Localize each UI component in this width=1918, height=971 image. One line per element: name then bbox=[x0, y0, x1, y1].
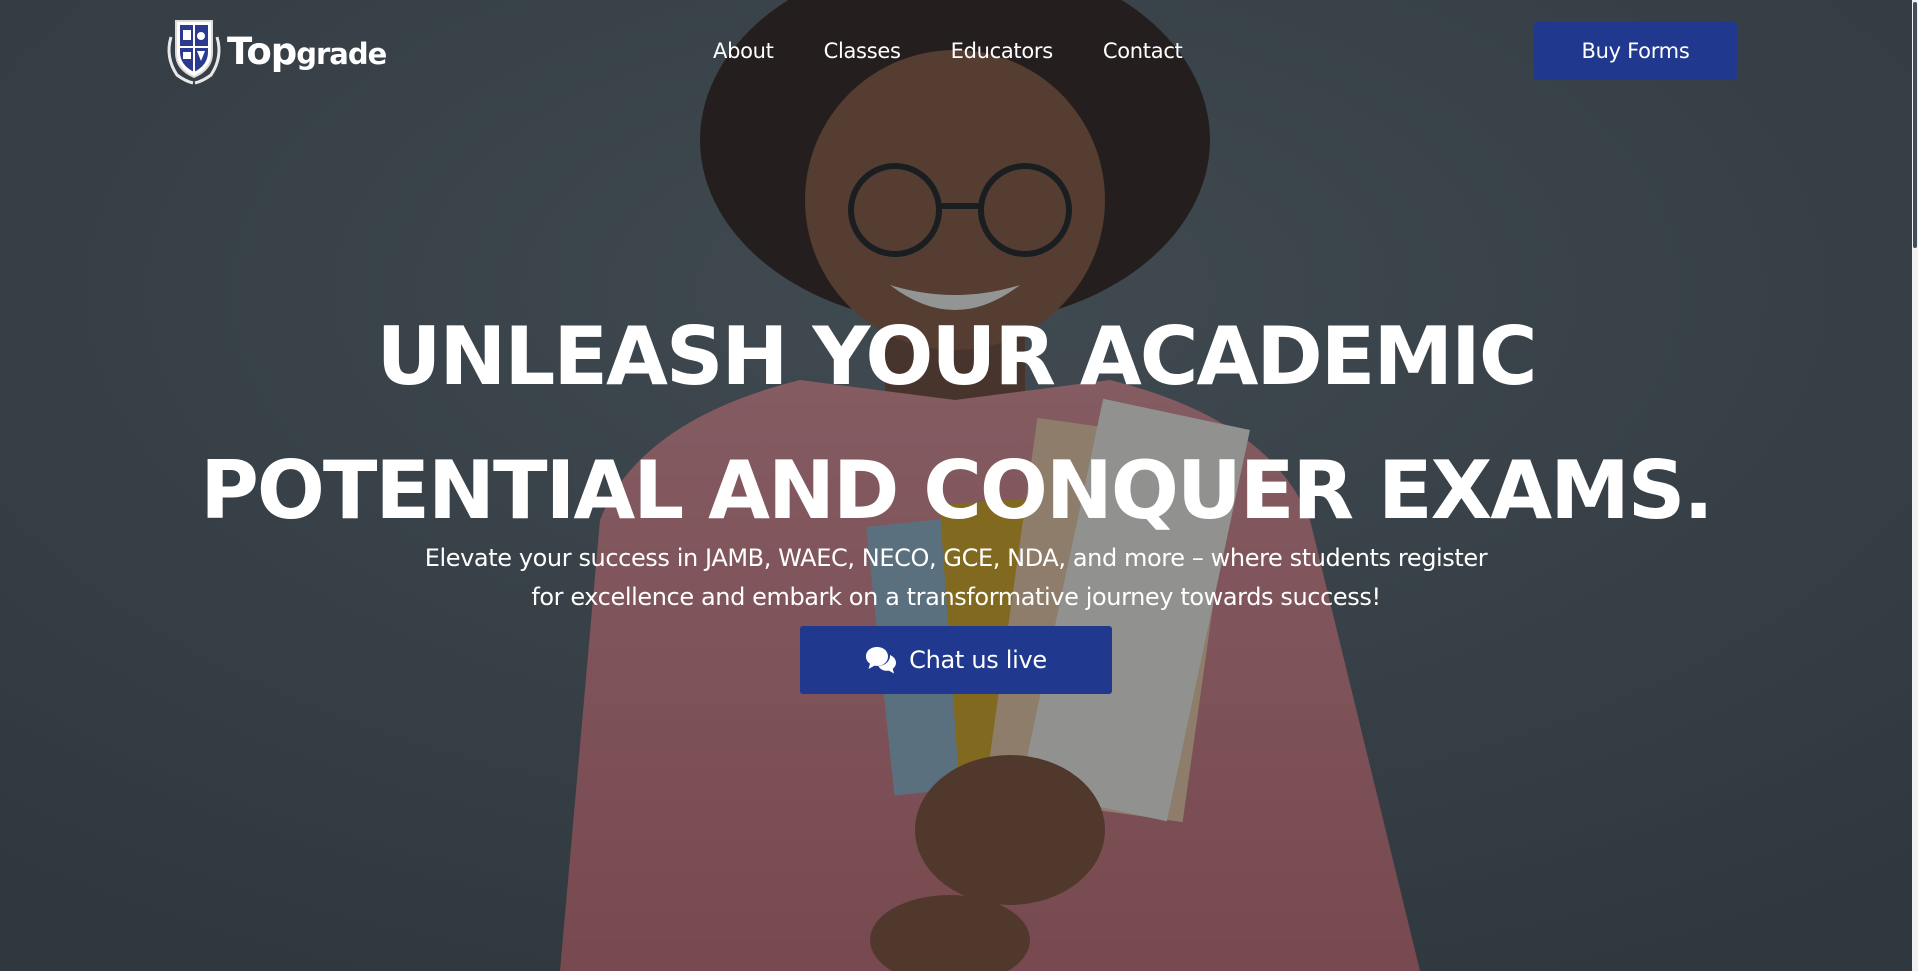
brand-name-bold: Top bbox=[227, 29, 297, 73]
main-nav: About Classes Educators Contact bbox=[713, 36, 1183, 66]
brand-logo[interactable]: Top grade bbox=[163, 17, 387, 85]
hero-headline-line2: POTENTIAL AND CONQUER EXAMS. bbox=[200, 444, 1714, 537]
chat-bubbles-icon bbox=[866, 647, 897, 674]
hero-subtext-line2: for excellence and embark on a transform… bbox=[531, 583, 1381, 611]
site-header: Top grade About Classes Educators Contact… bbox=[0, 0, 1912, 102]
nav-contact[interactable]: Contact bbox=[1103, 36, 1183, 66]
hero-section: Top grade About Classes Educators Contact… bbox=[0, 0, 1912, 971]
brand-name-rest: grade bbox=[296, 36, 387, 71]
scrollbar-thumb[interactable] bbox=[1913, 2, 1917, 248]
buy-forms-button[interactable]: Buy Forms bbox=[1534, 22, 1737, 80]
hero-subtext: Elevate your success in JAMB, WAEC, NECO… bbox=[356, 539, 1556, 617]
hero-headline-line1: UNLEASH YOUR ACADEMIC bbox=[376, 310, 1537, 403]
nav-classes[interactable]: Classes bbox=[824, 36, 901, 66]
chat-live-label: Chat us live bbox=[909, 646, 1047, 674]
page-scrollbar[interactable] bbox=[1912, 0, 1918, 971]
brand-name: Top grade bbox=[227, 29, 387, 73]
chat-live-button[interactable]: Chat us live bbox=[800, 626, 1112, 694]
nav-about[interactable]: About bbox=[713, 36, 774, 66]
page: Top grade About Classes Educators Contact… bbox=[0, 0, 1918, 971]
shield-crest-icon bbox=[167, 20, 221, 85]
nav-educators[interactable]: Educators bbox=[951, 36, 1054, 66]
hero-headline: UNLEASH YOUR ACADEMIC POTENTIAL AND CONQ… bbox=[0, 290, 1912, 558]
hero-subtext-line1: Elevate your success in JAMB, WAEC, NECO… bbox=[424, 544, 1488, 572]
